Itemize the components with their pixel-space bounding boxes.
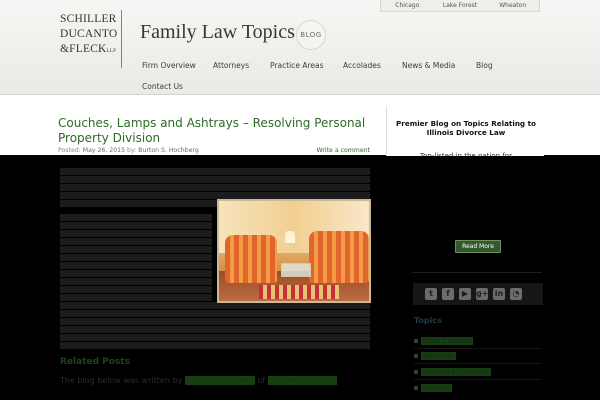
social-icons-bar: t f ▶ g+ in ◔ <box>413 283 543 305</box>
topic-divider <box>414 348 542 349</box>
photo-rug <box>259 285 339 299</box>
photo-lamp <box>285 231 295 243</box>
main-navigation: Firm Overview Attorneys Practice Areas A… <box>132 56 532 94</box>
nav-firm-overview[interactable]: Firm Overview <box>142 61 196 70</box>
site-header: SCHILLER DUCANTO &FLECKLLP Family Law To… <box>0 0 600 95</box>
post-date: May 26, 2015 <box>82 147 126 154</box>
post-body-text-line <box>60 318 370 325</box>
bullet-icon <box>414 339 418 343</box>
nav-news-media[interactable]: News & Media <box>402 61 455 70</box>
topic-label: Child Custody <box>421 337 474 345</box>
topic-label: Adoption <box>421 352 457 360</box>
topic-item[interactable]: Divorce & Children <box>414 368 491 377</box>
logo-suffix: LLP <box>106 49 117 54</box>
post-body-text-line <box>60 230 212 237</box>
photo-coffee-table <box>281 263 311 277</box>
linkedin-icon[interactable]: in <box>493 288 505 300</box>
logo-line-3-text: &FLECK <box>60 43 107 55</box>
blog-badge: BLOG <box>296 20 326 50</box>
topic-item[interactable]: Child Custody <box>414 337 474 346</box>
facebook-icon[interactable]: f <box>442 288 454 300</box>
post-body-text-line <box>60 184 370 191</box>
bullet-icon <box>414 370 418 374</box>
topic-divider <box>414 379 542 380</box>
posted-label: Posted: <box>58 147 81 154</box>
post-body-text-line <box>60 278 212 285</box>
post-body-text-line <box>60 246 212 253</box>
logo-line-1: SCHILLER <box>60 13 117 25</box>
post-body-text-line <box>60 310 370 317</box>
nav-practice-areas[interactable]: Practice Areas <box>270 61 324 70</box>
post-body-text-line <box>60 222 212 229</box>
post-author[interactable]: Burton S. Hochberg <box>138 147 199 154</box>
post-body-text-line <box>60 286 212 293</box>
read-more-button[interactable]: Read More <box>455 240 501 253</box>
topic-item[interactable]: Divorce <box>414 384 452 393</box>
post-title[interactable]: Couches, Lamps and Ashtrays – Resolving … <box>58 116 372 146</box>
related-heading: Related Posts <box>60 357 130 367</box>
by-label: by: <box>127 147 137 154</box>
location-link-chicago[interactable]: Chicago <box>381 0 434 11</box>
post-body-text-line <box>60 334 370 341</box>
post-byline: Posted: May 26, 2015 by: Burton S. Hochb… <box>58 147 199 154</box>
post-body-text-line <box>60 168 370 175</box>
topic-divider <box>414 363 542 364</box>
topic-item[interactable]: Adoption <box>414 352 457 361</box>
topic-label: Divorce & Children <box>421 368 491 376</box>
post-body-text-line <box>60 254 212 261</box>
related-text-2: of <box>257 376 266 385</box>
nav-blog[interactable]: Blog <box>476 61 493 70</box>
post-body-text-line <box>60 262 212 269</box>
post-body-text-line <box>60 326 370 333</box>
topics-heading: Topics <box>414 316 442 325</box>
rss-icon[interactable]: ◔ <box>510 288 522 300</box>
sidebar-promo: Premier Blog on Topics Relating to Illin… <box>386 106 544 156</box>
bullet-icon <box>414 354 418 358</box>
photo-sofa-left <box>225 235 277 283</box>
related-text-1: The blog below was written by <box>60 376 183 385</box>
google-plus-icon[interactable]: g+ <box>476 288 488 300</box>
logo-line-2: DUCANTO <box>60 28 118 40</box>
post-body-text-line <box>60 270 212 277</box>
sidebar-subtext: Top-listed in the nation for <box>420 152 512 156</box>
nav-attorneys[interactable]: Attorneys <box>213 61 249 70</box>
site-title[interactable]: Family Law Topics <box>140 21 295 44</box>
location-link-wheaton[interactable]: Wheaton <box>486 0 539 11</box>
post-body-text-line <box>60 176 370 183</box>
bullet-icon <box>414 386 418 390</box>
twitter-icon[interactable]: t <box>425 288 437 300</box>
post-content: Couches, Lamps and Ashtrays – Resolving … <box>58 116 372 156</box>
photo-sofa-right <box>309 231 369 283</box>
firm-logo[interactable]: SCHILLER DUCANTO &FLECKLLP <box>60 10 122 68</box>
nav-accolades[interactable]: Accolades <box>343 61 381 70</box>
post-body-text-line <box>60 214 212 221</box>
location-link-lake-forest[interactable]: Lake Forest <box>434 0 487 11</box>
post-body-text-line <box>60 342 370 349</box>
post-body-text-line <box>60 192 370 199</box>
related-line: The blog below was written by Burton Hoc… <box>60 376 337 385</box>
youtube-icon[interactable]: ▶ <box>459 288 471 300</box>
living-room-photo <box>217 199 371 303</box>
topic-label: Divorce <box>421 384 452 392</box>
post-body-text-line <box>60 302 370 309</box>
related-link-1[interactable]: Burton Hochberg <box>184 376 255 385</box>
sidebar-divider <box>412 272 542 273</box>
logo-line-3: &FLECKLLP <box>60 42 121 59</box>
sidebar-heading: Premier Blog on Topics Relating to Illin… <box>396 119 536 137</box>
related-link-2[interactable]: Schiller DuCanto <box>267 376 337 385</box>
nav-contact-us[interactable]: Contact Us <box>142 82 183 91</box>
write-comment-link[interactable]: Write a comment <box>317 147 370 154</box>
location-links: Chicago Lake Forest Wheaton <box>380 0 540 12</box>
post-body-text-line <box>60 294 212 301</box>
post-body-text-line <box>60 238 212 245</box>
